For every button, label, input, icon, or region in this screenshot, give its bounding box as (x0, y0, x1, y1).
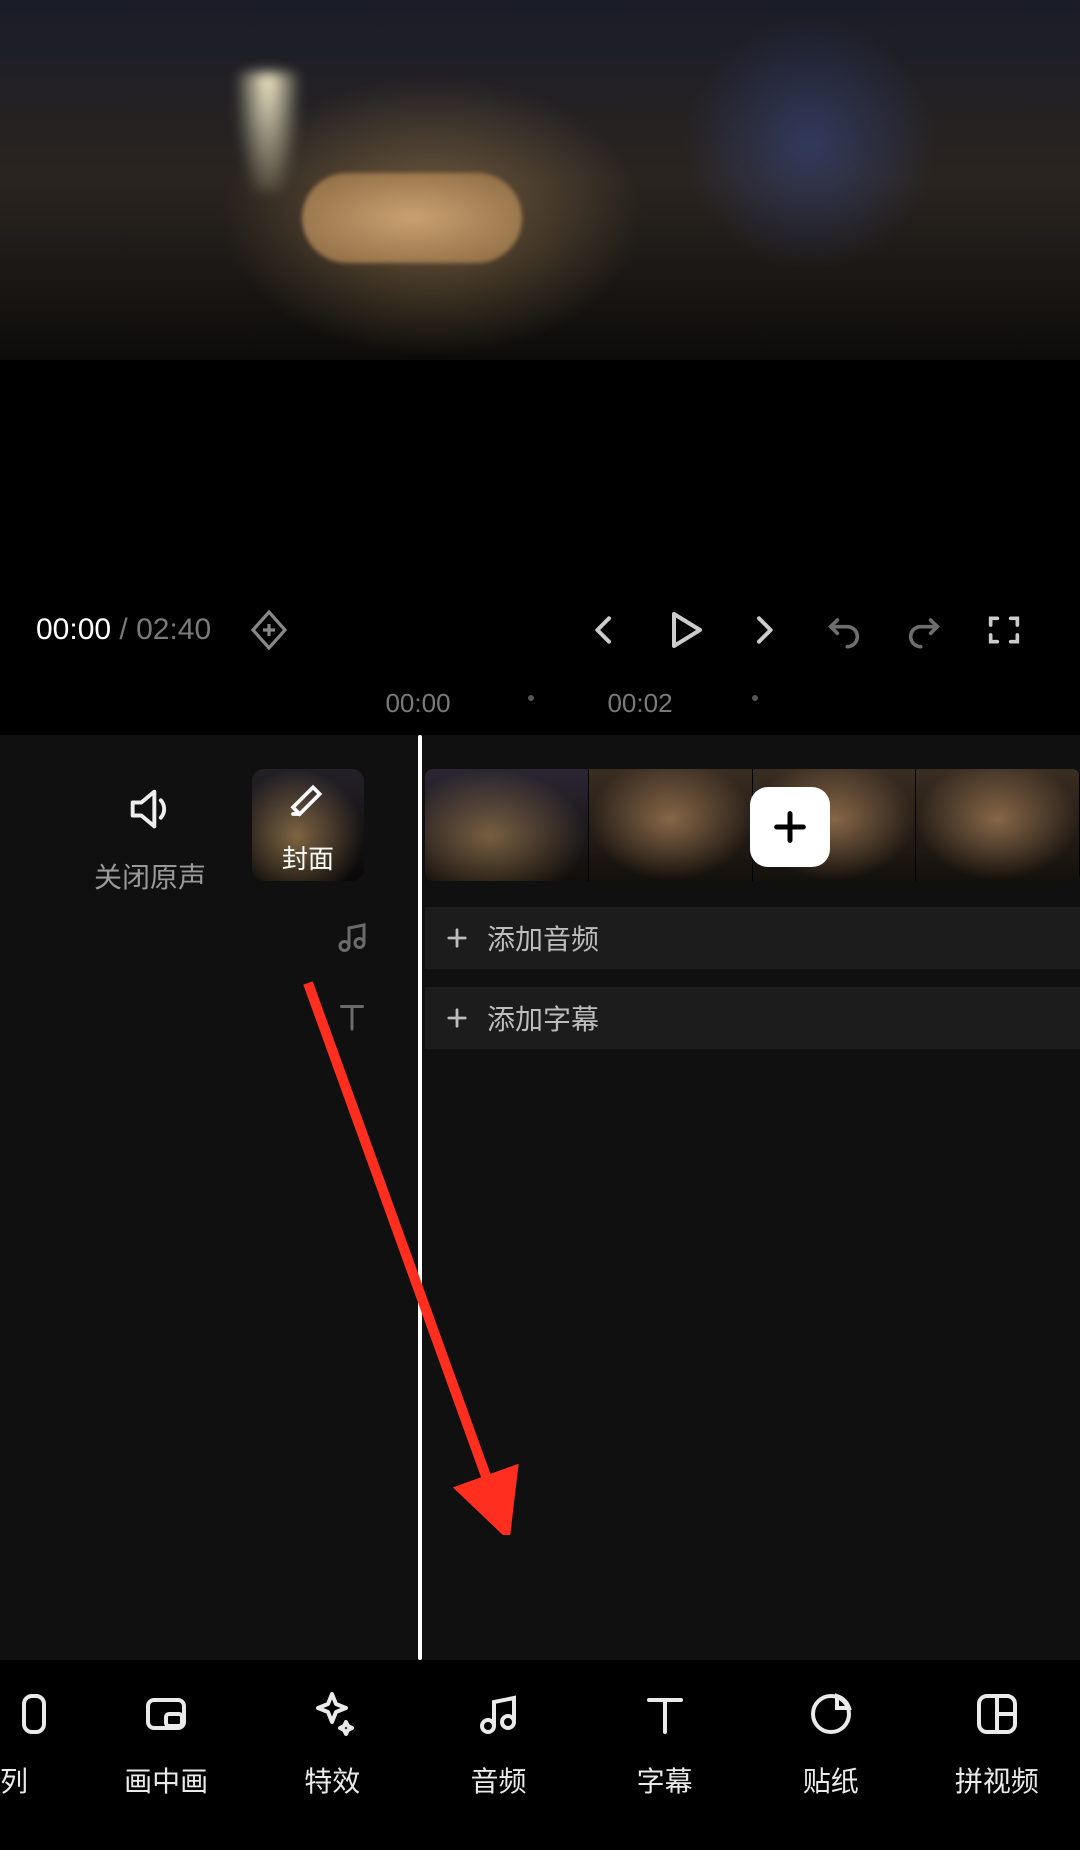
clip-thumbnail (589, 769, 753, 881)
redo-button[interactable] (884, 600, 964, 660)
ruler-tick: 00:02 (607, 688, 672, 719)
text-icon (334, 999, 370, 1035)
cover-button[interactable]: 封面 (252, 769, 364, 881)
plus-icon (770, 807, 810, 847)
tool-label: 特效 (304, 1760, 360, 1800)
plus-icon (443, 1004, 471, 1032)
speaker-icon (70, 783, 230, 840)
music-track-icon (330, 915, 374, 959)
pip-icon (138, 1686, 194, 1742)
text-track-icon (330, 995, 374, 1039)
prev-button[interactable] (564, 600, 644, 660)
add-subtitle-track[interactable]: 添加字幕 (425, 987, 1080, 1049)
fullscreen-button[interactable] (964, 600, 1044, 660)
time-ruler[interactable]: 00:00 00:02 (0, 682, 1080, 722)
cover-label: 封面 (282, 839, 334, 876)
mute-original-button[interactable]: 关闭原声 (70, 783, 230, 896)
ruler-tick: 00:00 (385, 688, 450, 719)
tool-pip[interactable]: 画中画 (83, 1686, 249, 1800)
keyframe-button[interactable] (245, 606, 293, 654)
tool-cut-partial[interactable]: 列 (0, 1686, 83, 1800)
time-separator: / (111, 613, 136, 646)
text-icon (637, 1686, 693, 1742)
video-preview[interactable] (0, 0, 1080, 414)
ruler-dot (528, 695, 534, 701)
current-time: 00:00 (36, 613, 111, 646)
edit-icon (288, 779, 328, 819)
tool-label: 贴纸 (803, 1760, 859, 1800)
timecode: 00:00 / 02:40 (36, 613, 211, 647)
timeline[interactable]: 关闭原声 封面 添加音频 (0, 735, 1080, 1660)
sparkle-icon (304, 1686, 360, 1742)
clip-thumbnail (425, 769, 589, 881)
tool-label: 拼视频 (955, 1760, 1039, 1800)
music-note-icon (334, 919, 370, 955)
annotation-arrow (300, 975, 520, 1535)
transport-bar: 00:00 / 02:40 (0, 590, 1080, 670)
next-button[interactable] (724, 600, 804, 660)
duration: 02:40 (136, 613, 211, 646)
tool-collage[interactable]: 拼视频 (914, 1686, 1080, 1800)
playhead[interactable] (418, 735, 422, 1660)
rect-icon (0, 1686, 56, 1742)
tool-label: 列 (0, 1760, 28, 1800)
tool-effects[interactable]: 特效 (249, 1686, 415, 1800)
mute-label: 关闭原声 (70, 856, 230, 896)
bottom-toolbar: 列 画中画 特效 音频 字幕 贴纸 拼视频 (0, 1660, 1080, 1850)
tool-label: 字幕 (637, 1760, 693, 1800)
sticker-icon (803, 1686, 859, 1742)
tool-subtitle[interactable]: 字幕 (582, 1686, 748, 1800)
music-note-icon (470, 1686, 526, 1742)
tool-audio[interactable]: 音频 (415, 1686, 581, 1800)
undo-button[interactable] (804, 600, 884, 660)
tool-sticker[interactable]: 贴纸 (748, 1686, 914, 1800)
add-clip-button[interactable] (750, 787, 830, 867)
preview-frame (0, 0, 1080, 360)
add-subtitle-label: 添加字幕 (487, 998, 599, 1038)
tool-label: 画中画 (124, 1760, 208, 1800)
add-audio-label: 添加音频 (487, 918, 599, 958)
grid-icon (969, 1686, 1025, 1742)
tool-label: 音频 (470, 1760, 526, 1800)
ruler-dot (752, 695, 758, 701)
play-button[interactable] (644, 600, 724, 660)
plus-icon (443, 924, 471, 952)
clip-thumbnail (916, 769, 1080, 881)
add-audio-track[interactable]: 添加音频 (425, 907, 1080, 969)
